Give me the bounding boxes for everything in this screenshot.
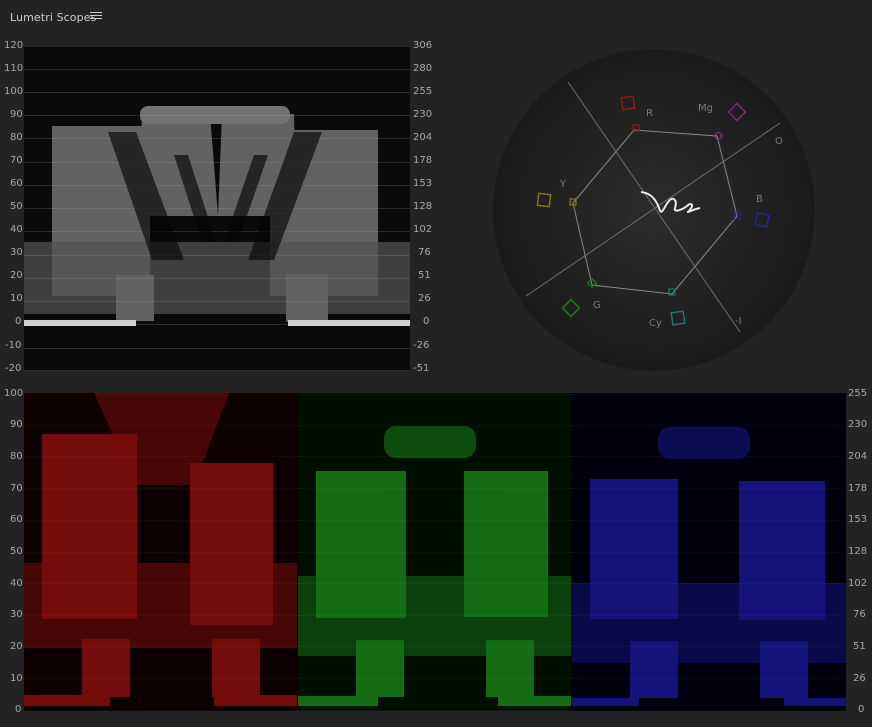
rgb-parade <box>24 393 846 711</box>
rgb-parade-trace <box>24 393 846 711</box>
label-mg: Mg <box>698 103 713 114</box>
label-minus: -I <box>735 316 742 327</box>
hamburger-icon[interactable] <box>90 10 102 22</box>
label-r: R <box>646 108 653 119</box>
label-skin: O <box>775 136 783 147</box>
luma-waveform-trace <box>24 106 410 326</box>
luma-waveform <box>24 46 410 371</box>
label-y: Y <box>559 179 567 190</box>
label-cy: Cy <box>649 318 662 329</box>
panel-title: Lumetri Scopes <box>10 11 97 24</box>
label-g: G <box>593 300 601 311</box>
vectorscope: R Mg B Cy G Y O -I <box>491 48 817 372</box>
vectorscope-graphic: R Mg B Cy G Y O -I <box>493 49 815 371</box>
panel-header: Lumetri Scopes <box>0 0 872 38</box>
label-b: B <box>756 194 763 205</box>
